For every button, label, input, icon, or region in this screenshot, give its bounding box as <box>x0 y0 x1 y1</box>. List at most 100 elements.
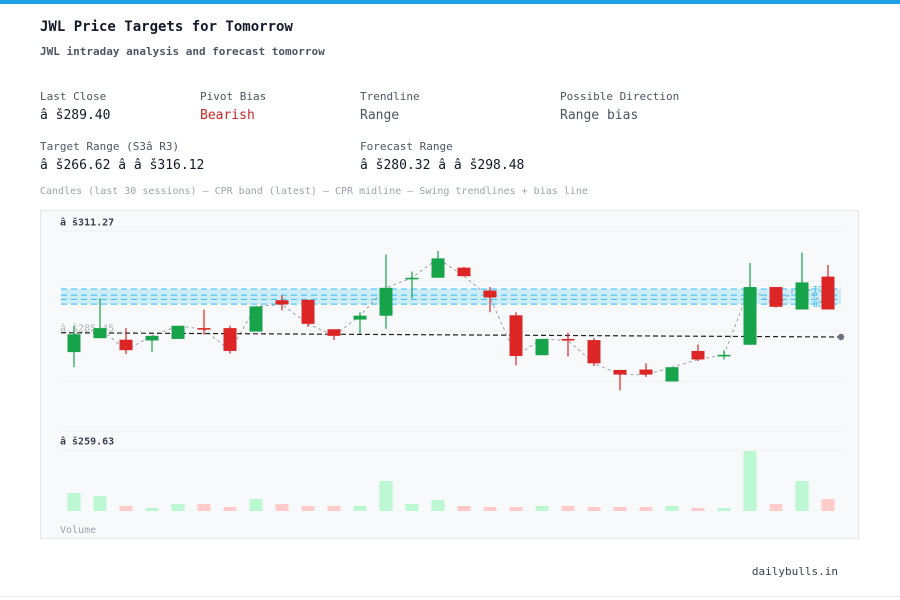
candle-body <box>717 354 731 357</box>
candle-body <box>743 287 757 345</box>
volume-bar <box>327 506 341 511</box>
candle <box>691 344 705 362</box>
stat-label: Possible Direction <box>560 90 680 103</box>
site-credit: dailybulls.in <box>751 565 838 578</box>
volume-bar <box>457 506 471 511</box>
volume-bar <box>483 507 497 511</box>
candle-body <box>821 276 835 310</box>
candle-body <box>249 306 263 332</box>
candle-body <box>405 277 419 280</box>
candle-body <box>691 350 705 360</box>
candle-body <box>613 369 627 375</box>
candle <box>587 338 601 367</box>
candle <box>717 350 731 360</box>
stat-last-close: Last Close â š289.40 <box>40 90 110 124</box>
candle-body <box>457 267 471 277</box>
cpr-label: BC <box>813 300 823 309</box>
volume-bar <box>769 504 783 511</box>
volume-bar <box>665 506 679 511</box>
candle-body <box>535 338 549 356</box>
candle <box>353 312 367 334</box>
stat-label: Trendline <box>360 90 420 103</box>
candle-body <box>509 315 523 356</box>
volume-bar <box>353 506 367 511</box>
candle-body <box>587 340 601 364</box>
candle-body <box>327 329 341 336</box>
candle-body <box>275 300 289 305</box>
candle-body <box>795 282 809 310</box>
volume-bar <box>301 506 315 511</box>
candle-body <box>483 290 497 298</box>
footer-divider <box>0 596 900 597</box>
volume-label: Volume <box>60 525 96 536</box>
stat-value: â š289.40 <box>40 108 111 123</box>
page-subtitle: JWL intraday analysis and forecast tomor… <box>40 45 325 58</box>
candle <box>821 264 835 310</box>
volume-bar <box>639 507 653 511</box>
volume-bar <box>405 504 419 511</box>
stat-pivot-bias: Pivot Bias Bearish <box>200 90 266 124</box>
candle-body <box>145 335 159 341</box>
candle-body <box>301 299 315 324</box>
volume-bar <box>93 496 107 511</box>
stat-value: â š266.62 â â š316.12 <box>40 158 205 173</box>
top-accent-bar <box>0 0 900 4</box>
candle-body <box>353 315 367 320</box>
candle <box>509 312 523 366</box>
price-axis-bottom-label: â š259.63 <box>60 436 114 448</box>
candle-body <box>171 325 185 339</box>
stat-value: Range bias <box>560 108 639 123</box>
candle-body <box>639 369 653 375</box>
candle <box>119 328 133 355</box>
volume-bar <box>509 507 523 511</box>
chart-canvas: TCPBC â š285.45 â š311.27 â š259.63 Volu… <box>60 217 845 536</box>
volume-bar <box>275 504 289 511</box>
candle <box>145 335 159 352</box>
candle <box>301 299 315 327</box>
candle <box>379 254 393 329</box>
stat-forecast-range: Forecast Range â š280.32 â â š298.48 <box>360 140 524 174</box>
candle-body <box>93 328 107 339</box>
candle-body <box>379 287 393 316</box>
stat-value: â š280.32 â â š298.48 <box>360 158 525 173</box>
stat-label: Target Range (S3â R3) <box>40 140 180 153</box>
candle-body <box>665 367 679 382</box>
volume-bar <box>717 508 731 511</box>
volume-bar <box>223 507 237 511</box>
stat-value: Range <box>360 108 400 123</box>
candle <box>249 306 263 332</box>
volume-bar <box>431 500 445 511</box>
chart-caption: Candles (last 30 sessions) — CPR band (l… <box>40 186 588 197</box>
volume-bar <box>249 499 263 511</box>
candle-body <box>431 258 445 278</box>
stat-target-range: Target Range (S3â R3) â š266.62 â â š316… <box>40 140 204 174</box>
volume-bar <box>535 506 549 511</box>
candle <box>639 363 653 377</box>
close-price-path <box>73 257 829 376</box>
candle-body <box>67 334 81 353</box>
volume-bar <box>613 507 627 511</box>
bias-endpoint-dot <box>837 333 845 341</box>
candle <box>769 287 783 308</box>
volume-bar <box>197 504 211 511</box>
candle <box>561 332 575 357</box>
candle <box>223 325 237 354</box>
candle <box>613 369 627 391</box>
price-grid <box>61 230 841 451</box>
candle <box>327 329 341 341</box>
candle-body <box>561 338 575 341</box>
volume-bar <box>145 508 159 511</box>
volume-bar <box>171 504 185 511</box>
volume-bar <box>379 481 393 511</box>
volume-bar <box>795 481 809 511</box>
candle <box>665 367 679 382</box>
candle-body <box>197 328 211 330</box>
volume-bar <box>821 499 835 511</box>
cpr-band <box>61 288 841 305</box>
candle-body <box>223 328 237 351</box>
candle-body <box>769 287 783 307</box>
volume-bar <box>587 507 601 511</box>
volume-bars <box>67 451 835 511</box>
stat-value: Bearish <box>200 108 255 123</box>
stat-label: Pivot Bias <box>200 90 267 103</box>
